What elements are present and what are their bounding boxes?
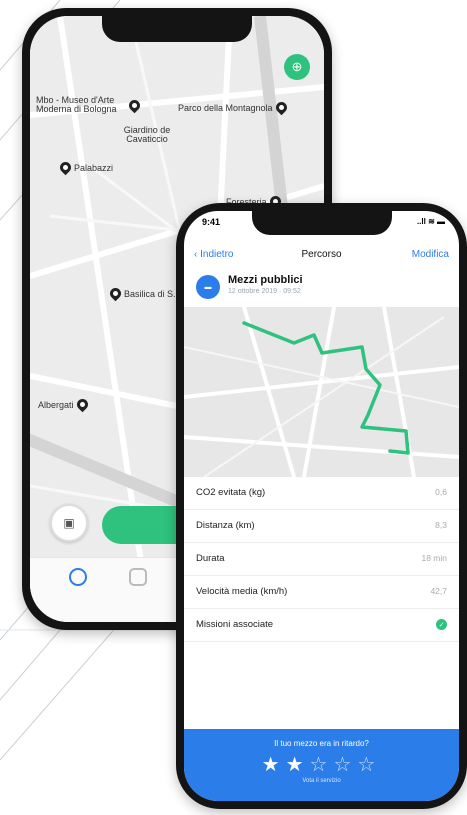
map-pin-icon: [126, 97, 143, 113]
transport-mode-date: 12 ottobre 2019 · 09:52: [228, 288, 301, 295]
edit-button[interactable]: Modifica: [412, 249, 449, 260]
rating-panel: Il tuo mezzo era in ritardo? ★★☆☆☆ Vota …: [184, 729, 459, 801]
poi-label: Parco della Montagnola: [178, 102, 273, 113]
stat-value: 42,7: [430, 586, 447, 596]
route-map[interactable]: [184, 307, 459, 477]
status-time: 9:41: [202, 217, 221, 227]
trip-stats-list: CO2 evitata (kg) 0,6 Distanza (km) 8,3 D…: [184, 477, 459, 642]
rating-hint: Vota il servizio: [302, 778, 341, 784]
poi-label: Palabazzi: [74, 162, 114, 173]
map-poi-museum[interactable]: Mbo - Museo d'Arte Moderna di Bologna: [36, 95, 143, 114]
map-poi-hotel[interactable]: Albergati: [38, 396, 90, 413]
stat-value: 8,3: [435, 520, 447, 530]
stat-label: Distanza (km): [196, 520, 255, 531]
stat-row-distance: Distanza (km) 8,3: [184, 510, 459, 543]
camera-button[interactable]: ▣: [50, 504, 88, 542]
camera-icon: ▣: [63, 516, 75, 530]
map-pin-icon: [107, 285, 124, 302]
poi-label: Giardino de Cavaticcio: [123, 125, 171, 144]
transport-mode-header: ▬ Mezzi pubblici 12 ottobre 2019 · 09:52: [196, 273, 447, 303]
stat-row-speed: Velocità media (km/h) 42,7: [184, 576, 459, 609]
map-poi-palace[interactable]: Palabazzi: [57, 159, 114, 176]
stat-value: 0,6: [435, 487, 447, 497]
stat-row-co2: CO2 evitata (kg) 0,6: [184, 477, 459, 510]
stat-label: Durata: [196, 553, 225, 564]
check-icon: ✓: [436, 619, 447, 630]
navigation-bar: ‹ Indietro Percorso Modifica: [184, 245, 459, 267]
rating-question: Il tuo mezzo era in ritardo?: [274, 739, 369, 748]
map-pin-icon: [74, 396, 90, 413]
play-icon: [69, 568, 87, 586]
front-phone: 9:41 ..ll ≋ ▬ ‹ Indietro Percorso Modifi…: [176, 203, 467, 809]
transport-mode-title: Mezzi pubblici: [228, 274, 303, 286]
poi-label: Mbo - Museo d'Arte Moderna di Bologna: [36, 95, 117, 114]
stat-row-duration: Durata 18 min: [184, 543, 459, 576]
star-filled-icon[interactable]: ★: [262, 754, 286, 776]
stat-label: Missioni associate: [196, 619, 274, 630]
tab-home[interactable]: [58, 568, 98, 588]
phone-notch: [102, 16, 252, 42]
status-signal-icons: ..ll ≋ ▬: [416, 217, 445, 226]
tab-list[interactable]: [118, 568, 158, 588]
bus-icon: ▬: [196, 275, 220, 299]
compass-icon[interactable]: ⊕: [284, 54, 310, 80]
map-poi-basilica[interactable]: Basilica di S...: [107, 285, 181, 302]
stat-label: Velocità media (km/h): [196, 586, 288, 597]
stat-value: 18 min: [421, 553, 447, 563]
list-icon: [129, 568, 147, 586]
front-phone-screen: 9:41 ..ll ≋ ▬ ‹ Indietro Percorso Modifi…: [184, 211, 459, 801]
phone-notch: [251, 211, 392, 235]
map-poi-garden: Giardino de Cavaticcio: [112, 126, 182, 144]
stat-label: CO2 evitata (kg): [196, 487, 266, 498]
stat-row-missions[interactable]: Missioni associate ✓: [184, 609, 459, 642]
poi-label: Basilica di S...: [124, 288, 181, 299]
map-poi-park[interactable]: Parco della Montagnola: [178, 99, 289, 116]
poi-label: Albergati: [38, 399, 74, 410]
star-rating[interactable]: ★★☆☆☆: [184, 752, 459, 777]
map-pin-icon: [57, 159, 74, 176]
star-filled-icon[interactable]: ★: [286, 754, 310, 776]
map-pin-icon: [273, 99, 289, 116]
star-empty-icon[interactable]: ☆: [357, 754, 381, 776]
star-empty-icon[interactable]: ☆: [333, 754, 357, 776]
star-empty-icon[interactable]: ☆: [310, 754, 334, 776]
